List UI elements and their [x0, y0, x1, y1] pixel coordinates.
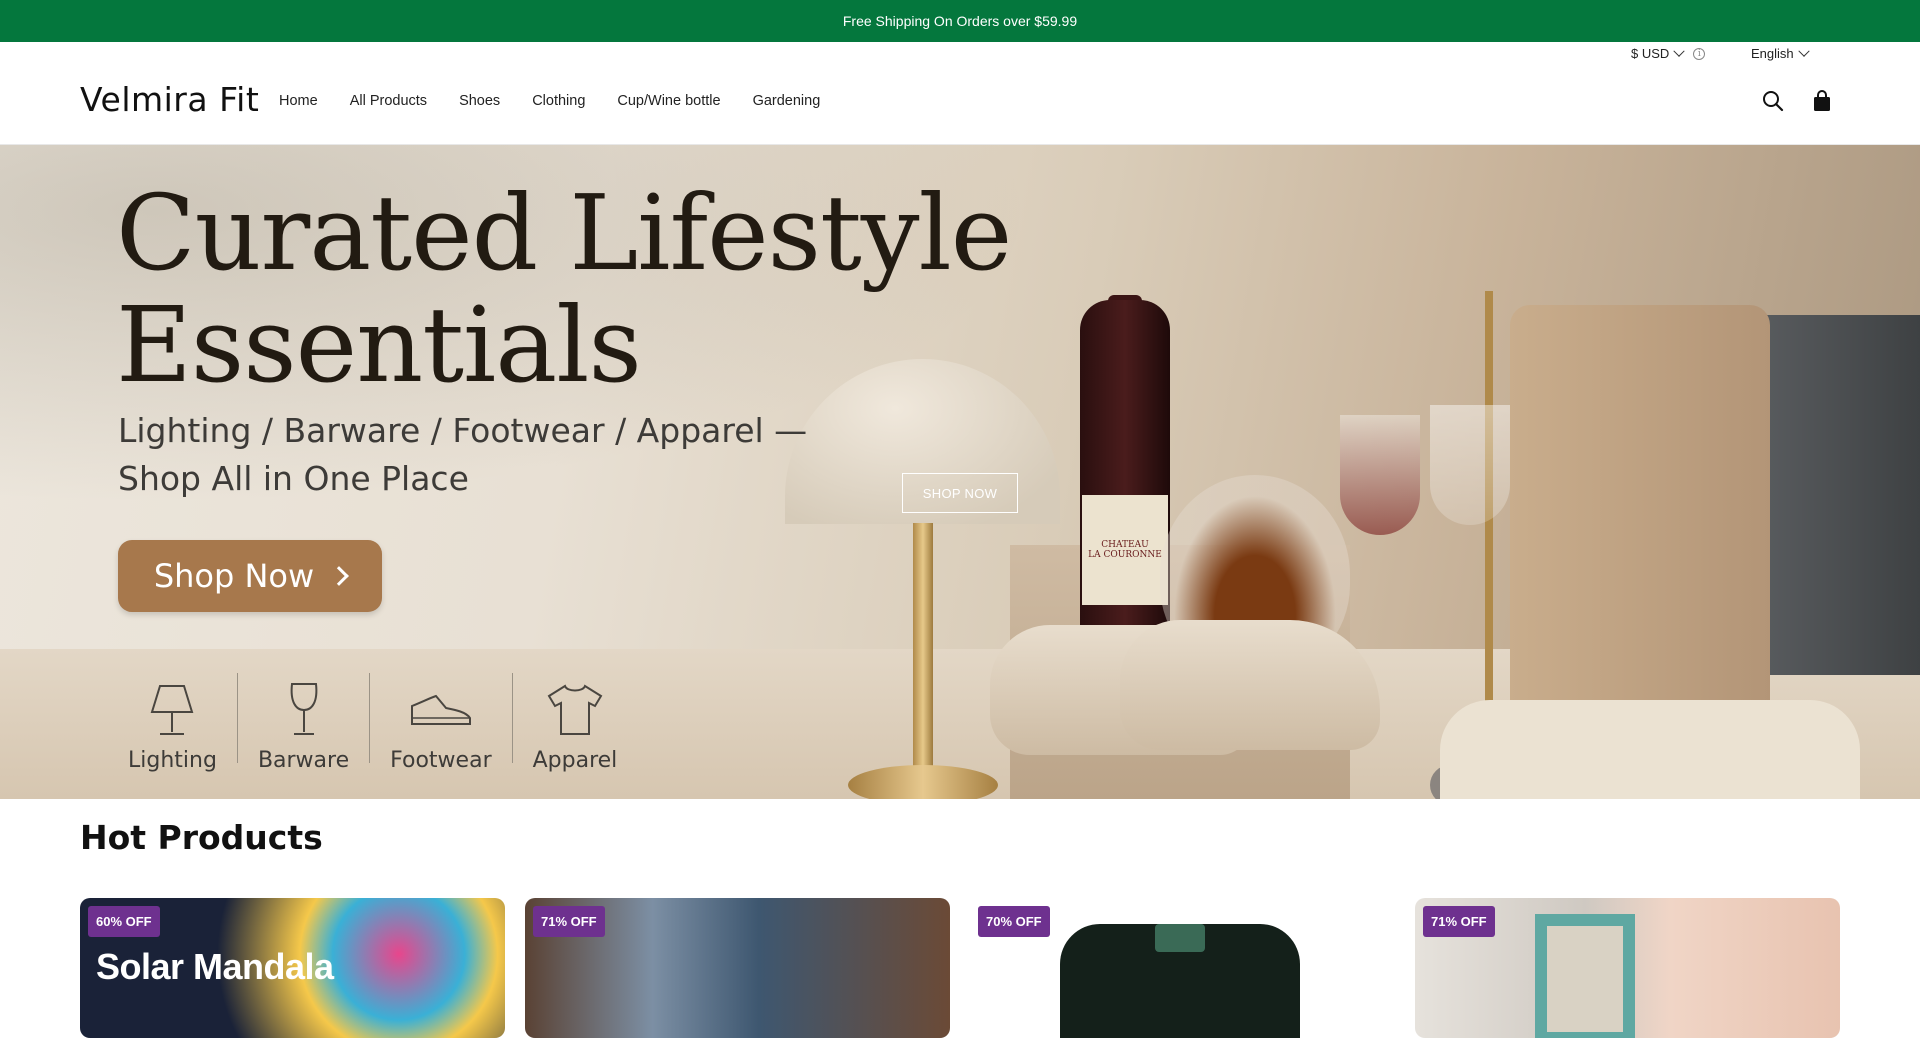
- hero-title: Curated Lifestyle Essentials: [116, 172, 1012, 406]
- announcement-bar: Free Shipping On Orders over $59.99: [0, 0, 1920, 42]
- utility-bar: $ USD i English: [0, 42, 1920, 64]
- discount-badge: 70% OFF: [978, 906, 1050, 937]
- hero-categories: Lighting Barware Footwear Apparel: [108, 673, 637, 773]
- bottle-label: CHATEAU LA COURONNE: [1082, 495, 1168, 605]
- product-image-text: Solar Mandala: [96, 946, 334, 987]
- cart-icon[interactable]: [1812, 90, 1832, 112]
- hero-lamp-stem: [913, 523, 933, 793]
- hero-banner[interactable]: CHATEAU LA COURONNE Curated Lifestyle Es…: [0, 145, 1920, 799]
- announcement-text: Free Shipping On Orders over $59.99: [842, 13, 1078, 29]
- discount-badge: 71% OFF: [1423, 906, 1495, 937]
- site-logo[interactable]: Velmira Fit: [80, 80, 259, 119]
- chevron-down-icon: [1797, 45, 1810, 57]
- section-title-hot-products: Hot Products: [80, 818, 323, 857]
- category-lighting[interactable]: Lighting: [108, 682, 237, 773]
- wine-glass-icon: [290, 683, 317, 735]
- currency-label: $ USD: [1631, 46, 1670, 61]
- nav-clothing[interactable]: Clothing: [532, 93, 585, 109]
- header-icons: [1762, 90, 1832, 112]
- site-header: Velmira Fit Home All Products Shoes Clot…: [0, 64, 1920, 145]
- currency-selector[interactable]: $ USD i: [1631, 45, 1706, 61]
- hero-lamp-base: [848, 765, 998, 799]
- lamp-icon: [151, 685, 194, 735]
- sneaker-icon: [410, 694, 471, 725]
- hero-subtitle: Lighting / Barware / Footwear / Apparel …: [118, 411, 808, 498]
- tshirt-icon: [547, 684, 603, 735]
- category-barware[interactable]: Barware: [238, 682, 369, 773]
- category-footwear[interactable]: Footwear: [370, 682, 511, 773]
- shop-now-overlay-button[interactable]: SHOP NOW: [902, 473, 1018, 513]
- category-apparel[interactable]: Apparel: [513, 682, 638, 773]
- product-card[interactable]: 70% OFF: [970, 898, 1395, 1038]
- product-card[interactable]: 71% OFF: [1415, 898, 1840, 1038]
- nav-gardening[interactable]: Gardening: [753, 93, 821, 109]
- nav-cup-wine-bottle[interactable]: Cup/Wine bottle: [617, 93, 720, 109]
- info-icon[interactable]: i: [1693, 47, 1706, 60]
- nav-all-products[interactable]: All Products: [350, 93, 427, 109]
- product-card[interactable]: 71% OFF: [525, 898, 950, 1038]
- nav-home[interactable]: Home: [279, 93, 318, 109]
- hero-shop-now-button[interactable]: Shop Now: [118, 540, 382, 612]
- hero-sneaker: [1120, 620, 1380, 750]
- product-grid: 60% OFF Solar Mandala 71% OFF 70% OFF 71…: [80, 898, 1840, 1038]
- chevron-down-icon: [1673, 45, 1685, 57]
- product-card[interactable]: 60% OFF Solar Mandala: [80, 898, 505, 1038]
- chevron-right-icon: [329, 566, 350, 586]
- hero-wine-bottle: [1080, 300, 1170, 680]
- language-selector[interactable]: English: [1751, 45, 1810, 61]
- main-nav: Home All Products Shoes Clothing Cup/Win…: [279, 93, 852, 109]
- nav-shoes[interactable]: Shoes: [459, 93, 500, 109]
- hero-wine-glass: [1430, 405, 1510, 525]
- language-label: English: [1751, 46, 1794, 61]
- discount-badge: 60% OFF: [88, 906, 160, 937]
- search-icon[interactable]: [1762, 90, 1784, 112]
- discount-badge: 71% OFF: [533, 906, 605, 937]
- hero-sweater: [1440, 700, 1860, 799]
- hero-wine-glass: [1340, 415, 1420, 535]
